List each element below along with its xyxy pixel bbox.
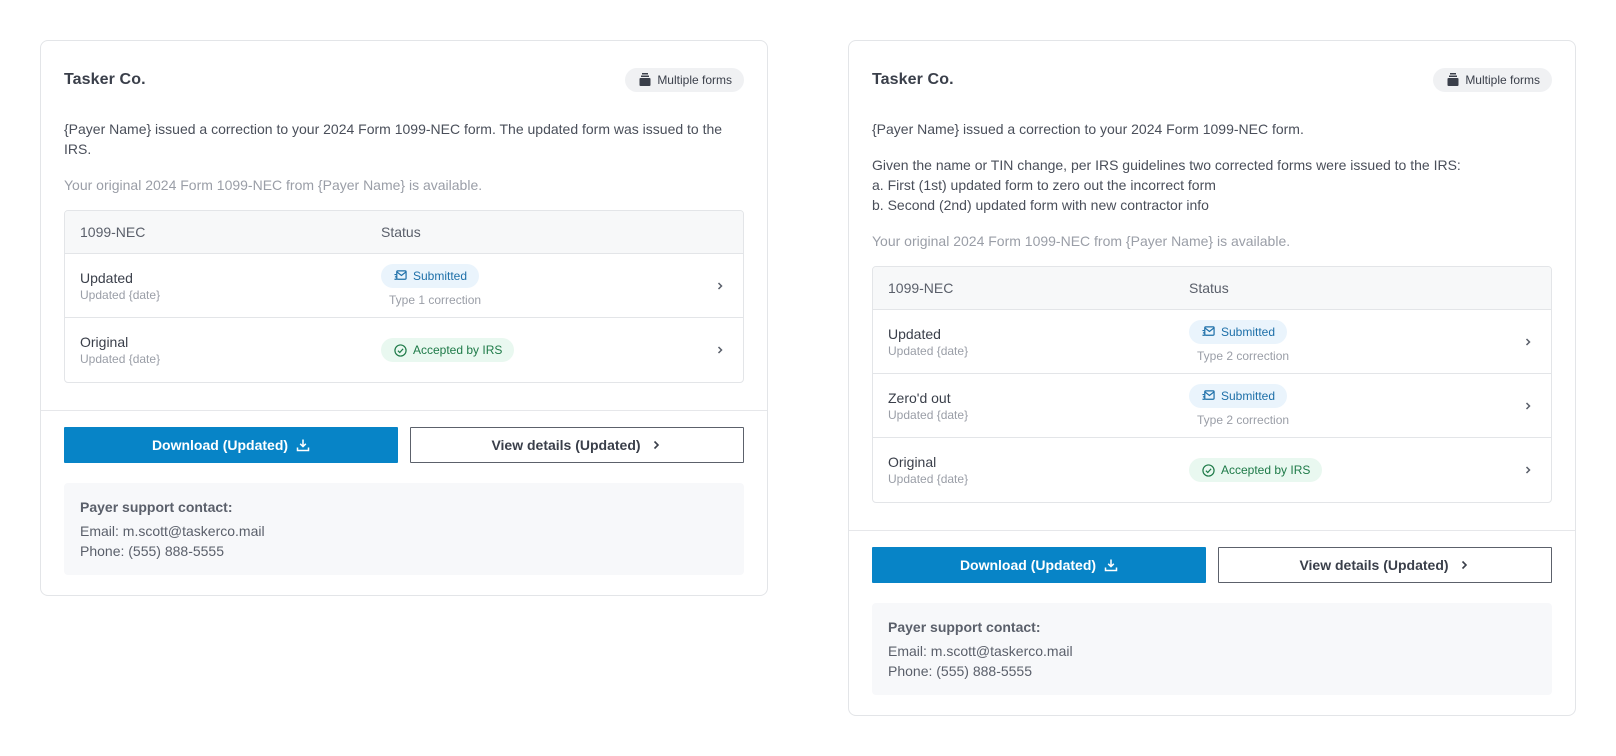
- status-badge: Accepted by IRS: [381, 338, 515, 362]
- status-label: Submitted: [1221, 324, 1276, 339]
- stack-icon: [1447, 73, 1459, 86]
- view-details-label: View details (Updated): [1299, 557, 1449, 573]
- chevron-right-icon[interactable]: [1523, 465, 1533, 475]
- support-phone: Phone: (555) 888-5555: [80, 543, 224, 559]
- forms-table: 1099-NEC Status Updated Updated {date} S…: [64, 210, 744, 383]
- view-details-button[interactable]: View details (Updated): [1218, 547, 1552, 583]
- table-header: 1099-NEC Status: [873, 267, 1551, 310]
- explanation-line: Given the name or TIN change, per IRS gu…: [872, 157, 1461, 173]
- row-subtitle: Updated {date}: [888, 472, 969, 486]
- correction-explanation: Given the name or TIN change, per IRS gu…: [872, 155, 1552, 215]
- table-header: 1099-NEC Status: [65, 211, 743, 254]
- check-circle-icon: [1202, 463, 1215, 477]
- download-label: Download (Updated): [959, 557, 1097, 573]
- original-available-note: Your original 2024 Form 1099-NEC from {P…: [872, 233, 1291, 249]
- chevron-right-icon: [1461, 560, 1467, 570]
- chip-label: Multiple forms: [657, 72, 732, 87]
- mail-send-icon: [1202, 390, 1215, 400]
- chevron-right-icon[interactable]: [715, 345, 725, 355]
- payer-name: Tasker Co.: [872, 70, 954, 88]
- table-row-updated[interactable]: Updated Updated {date} Submitted Type 1 …: [65, 254, 743, 318]
- row-subtitle: Updated {date}: [80, 352, 161, 366]
- status-badge: Submitted: [1189, 319, 1288, 344]
- status-badge: Accepted by IRS: [1189, 458, 1323, 482]
- status-label: Submitted: [1221, 388, 1276, 403]
- correction-type: Type 2 correction: [1197, 348, 1290, 363]
- action-buttons: Download (Updated) View details (Updated…: [64, 427, 744, 463]
- status-label: Accepted by IRS: [413, 343, 503, 357]
- forms-table: 1099-NEC Status Updated Updated {date} S…: [872, 266, 1552, 503]
- stack-icon: [639, 73, 651, 86]
- chevron-right-icon[interactable]: [715, 281, 725, 291]
- row-subtitle: Updated {date}: [888, 343, 969, 358]
- action-buttons: Download (Updated) View details (Updated…: [872, 547, 1552, 583]
- payer-name: Tasker Co.: [64, 70, 146, 88]
- row-subtitle: Updated {date}: [80, 287, 161, 302]
- multiple-forms-chip: Multiple forms: [625, 67, 744, 92]
- chevron-right-icon[interactable]: [1523, 337, 1533, 347]
- row-subtitle: Updated {date}: [888, 407, 969, 422]
- check-circle-icon: [394, 343, 407, 357]
- chevron-right-icon[interactable]: [1523, 401, 1533, 411]
- row-title: Updated: [80, 269, 133, 286]
- download-button[interactable]: Download (Updated): [64, 427, 398, 463]
- table-row-original[interactable]: Original Updated {date} Accepted by IRS: [873, 438, 1551, 502]
- column-header-status: Status: [1189, 280, 1229, 296]
- column-header-status: Status: [381, 224, 421, 240]
- correction-type: Type 2 correction: [1197, 412, 1290, 427]
- correction-message: {Payer Name} issued a correction to your…: [872, 121, 1304, 137]
- multiple-forms-chip: Multiple forms: [1433, 67, 1552, 92]
- explanation-line: b. Second (2nd) updated form with new co…: [872, 197, 1209, 213]
- table-row-zeroed-out[interactable]: Zero'd out Updated {date} Submitted Type…: [873, 374, 1551, 438]
- status-label: Accepted by IRS: [1221, 463, 1311, 477]
- row-title: Updated: [888, 325, 941, 342]
- card-header: Tasker Co. Multiple forms: [872, 41, 1552, 118]
- original-available-note: Your original 2024 Form 1099-NEC from {P…: [64, 177, 483, 193]
- row-title: Original: [80, 334, 129, 350]
- column-header-form: 1099-NEC: [888, 280, 954, 296]
- correction-message: {Payer Name} issued a correction to your…: [64, 121, 723, 157]
- download-button[interactable]: Download (Updated): [872, 547, 1206, 583]
- correction-type: Type 1 correction: [389, 292, 482, 307]
- mail-send-icon: [1202, 326, 1215, 336]
- chip-label: Multiple forms: [1465, 72, 1540, 87]
- form-card-type1: Tasker Co. Multiple forms {Payer Name} i…: [40, 40, 768, 596]
- support-phone: Phone: (555) 888-5555: [888, 663, 1032, 679]
- payer-support-box: Payer support contact: Email: m.scott@ta…: [64, 483, 744, 575]
- section-divider: [849, 530, 1575, 531]
- mail-send-icon: [394, 270, 407, 280]
- view-details-button[interactable]: View details (Updated): [410, 427, 744, 463]
- download-icon: [1104, 559, 1118, 572]
- status-badge: Submitted: [1189, 383, 1288, 408]
- support-title: Payer support contact:: [80, 499, 233, 515]
- table-row-updated[interactable]: Updated Updated {date} Submitted Type 2 …: [873, 310, 1551, 374]
- row-title: Zero'd out: [888, 389, 951, 406]
- row-title: Original: [888, 454, 937, 470]
- status-badge: Submitted: [381, 263, 480, 288]
- payer-support-box: Payer support contact: Email: m.scott@ta…: [872, 603, 1552, 695]
- section-divider: [41, 410, 767, 411]
- card-header: Tasker Co. Multiple forms: [64, 41, 744, 118]
- support-email: Email: m.scott@taskerco.mail: [888, 643, 1073, 659]
- status-label: Submitted: [413, 268, 468, 283]
- explanation-line: a. First (1st) updated form to zero out …: [872, 177, 1216, 193]
- chevron-right-icon: [653, 440, 659, 450]
- column-header-form: 1099-NEC: [80, 224, 146, 240]
- download-icon: [296, 439, 310, 452]
- view-details-label: View details (Updated): [491, 437, 641, 453]
- support-email: Email: m.scott@taskerco.mail: [80, 523, 265, 539]
- download-label: Download (Updated): [151, 437, 289, 453]
- table-row-original[interactable]: Original Updated {date} Accepted by IRS: [65, 318, 743, 382]
- form-card-type2: Tasker Co. Multiple forms {Payer Name} i…: [848, 40, 1576, 716]
- support-title: Payer support contact:: [888, 619, 1041, 635]
